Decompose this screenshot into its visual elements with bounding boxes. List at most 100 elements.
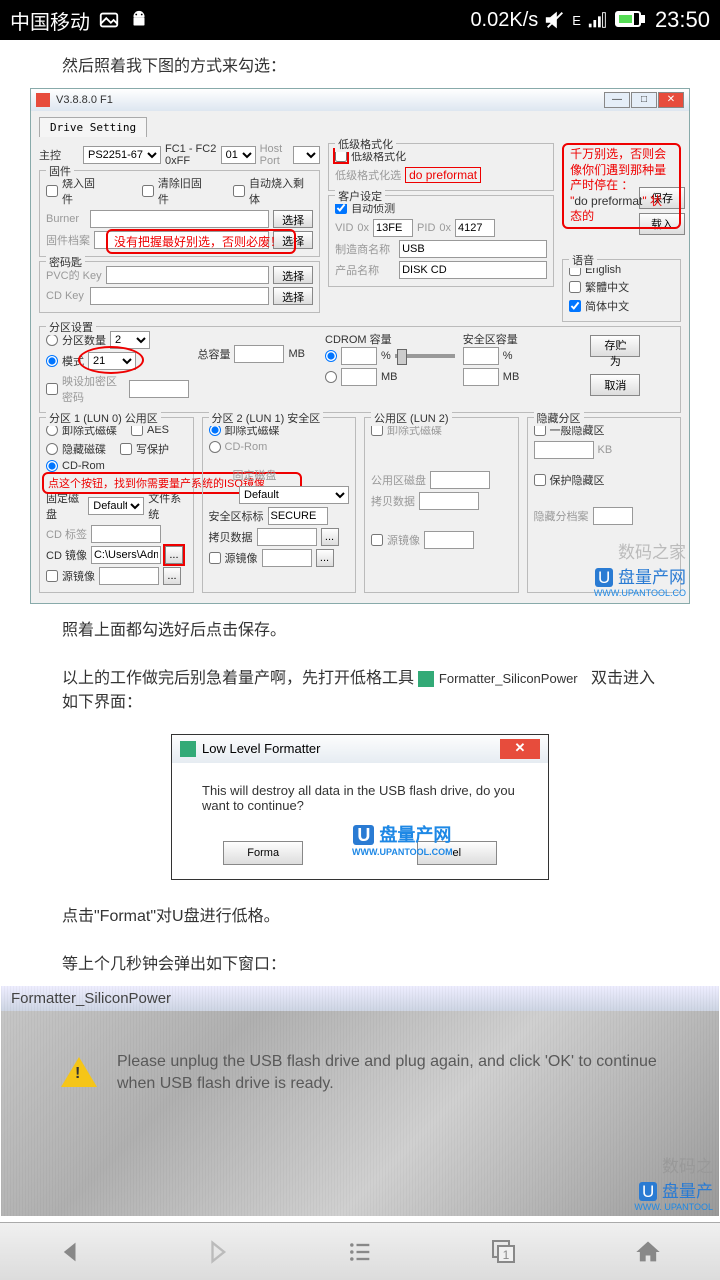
input-pubdisk[interactable] — [430, 471, 490, 489]
radio-p2-cdrom[interactable] — [209, 441, 221, 453]
article-scroll[interactable]: 然后照着我下图的方式来勾选： V3.8.8.0 F1 — □ ✕ Drive S… — [0, 40, 720, 1264]
label-fc: FC1 - FC2 0xFF — [165, 143, 217, 167]
input-srcimg2[interactable] — [262, 549, 312, 567]
btn-saveas[interactable]: 存贮为 — [590, 335, 640, 357]
network-type: E — [572, 13, 581, 28]
label-cdimg: CD 镜像 — [46, 547, 87, 563]
dialog-icon — [180, 741, 196, 757]
label-vid: VID — [335, 222, 353, 234]
dialog-close-button[interactable]: ✕ — [500, 739, 540, 759]
btn-sel-cdkey[interactable]: 选择 — [273, 287, 313, 305]
input-pid[interactable] — [455, 219, 495, 237]
label-hidefile: 隐藏分档案 — [534, 508, 589, 524]
para-2: 照着上面都勾选好后点击保存。 — [0, 604, 720, 652]
input-burner[interactable] — [90, 210, 269, 228]
group-lowfmt: 低级格式化 — [335, 136, 396, 152]
input-srcimg1[interactable] — [99, 567, 159, 585]
group-p3: 公用区 (LUN 2) — [371, 410, 452, 426]
select-fixed[interactable]: Default — [88, 497, 144, 515]
input-hide-kb[interactable] — [534, 441, 594, 459]
radio-partcnt[interactable] — [46, 334, 58, 346]
para-4: 点击"Format"对U盘进行低格。 — [0, 890, 720, 938]
nav-tabs-button[interactable]: 1 — [432, 1223, 576, 1280]
android-icon — [128, 9, 150, 31]
close-button[interactable]: ✕ — [658, 92, 684, 108]
app-icon — [36, 93, 50, 107]
input-product[interactable] — [399, 261, 547, 279]
input-pvc[interactable] — [106, 266, 269, 284]
select-fc[interactable]: 01 — [221, 146, 256, 164]
label-hostport: Host Port — [260, 143, 290, 167]
maximize-button[interactable]: □ — [631, 92, 657, 108]
label-hide1: 隐藏磁碟 — [62, 441, 106, 457]
input-srcimg3[interactable] — [424, 531, 474, 549]
radio-p1-hide[interactable] — [46, 443, 58, 455]
cb-hidepw[interactable] — [46, 383, 58, 395]
input-cdlabel[interactable] — [91, 525, 161, 543]
cb-srcimg2[interactable] — [209, 552, 221, 564]
radio-cdrom-mb[interactable] — [325, 371, 337, 383]
btn-srcimg1[interactable]: ... — [163, 567, 181, 585]
nav-home-button[interactable] — [576, 1223, 720, 1280]
nav-forward-button[interactable] — [144, 1223, 288, 1280]
label-pct1: % — [381, 350, 391, 362]
label-burn-fw: 烧入固件 — [62, 175, 105, 207]
cb-prothide[interactable] — [534, 474, 546, 486]
input-safe-mb[interactable] — [463, 368, 499, 386]
watermark-3: 数码之 U 盘量产 WWW. UPANTOOL — [634, 1152, 713, 1212]
btn-browse-iso[interactable]: ... — [165, 546, 183, 564]
btn-copydata[interactable]: ... — [321, 528, 339, 546]
label-copydata: 拷贝数据 — [209, 529, 253, 545]
input-cdimg[interactable] — [91, 546, 161, 564]
label-pubdisk: 公用区磁盘 — [371, 472, 426, 488]
btn-srcimg2[interactable]: ... — [316, 549, 334, 567]
cb-burn-fw[interactable] — [46, 185, 58, 197]
label-tc: 繁體中文 — [585, 279, 629, 295]
input-cdrom-pct[interactable] — [341, 347, 377, 365]
input-cdrom-mb[interactable] — [341, 368, 377, 386]
input-safelabel[interactable] — [268, 507, 328, 525]
radio-mode[interactable] — [46, 355, 58, 367]
label-sc: 简体中文 — [585, 298, 629, 314]
cb-srcimg3[interactable] — [371, 534, 383, 546]
cb-clear-old[interactable] — [142, 185, 154, 197]
cb-tc[interactable] — [569, 281, 581, 293]
select-controller[interactable]: PS2251-67 — [83, 146, 161, 164]
group-p1: 分区 1 (LUN 0) 公用区 — [46, 410, 161, 426]
tab-drive-setting[interactable]: Drive Setting — [39, 117, 147, 137]
cb-sc[interactable] — [569, 300, 581, 312]
select-hostport[interactable] — [293, 146, 320, 164]
input-total[interactable] — [234, 345, 284, 363]
btn-sel-pvc[interactable]: 选择 — [273, 266, 313, 284]
input-copydata[interactable] — [257, 528, 317, 546]
radio-p1-cdrom[interactable] — [46, 460, 58, 472]
cb-srcimg1[interactable] — [46, 570, 58, 582]
input-vid[interactable] — [373, 219, 413, 237]
label-kb: KB — [598, 444, 613, 456]
btn-cancel[interactable]: 取消 — [590, 374, 640, 396]
para-1: 然后照着我下图的方式来勾选： — [0, 40, 720, 88]
cb-wp[interactable] — [120, 443, 132, 455]
label-vendor: 制造商名称 — [335, 241, 395, 257]
mute-icon — [544, 9, 566, 31]
btn-select-burner[interactable]: 选择 — [273, 210, 313, 228]
label-mb2: MB — [381, 371, 398, 383]
slider-cdrom[interactable] — [395, 354, 455, 358]
input-cdkey[interactable] — [90, 287, 269, 305]
select-p2-def[interactable]: Default — [239, 486, 349, 504]
input-vendor[interactable] — [399, 240, 547, 258]
nav-back-button[interactable] — [0, 1223, 144, 1280]
input-safe-pct[interactable] — [463, 347, 499, 365]
label-pid: PID — [417, 222, 435, 234]
network-speed: 0.02K/s — [470, 9, 538, 32]
radio-cdrom-pct[interactable] — [325, 350, 337, 362]
nav-menu-button[interactable] — [288, 1223, 432, 1280]
input-hidepw[interactable] — [129, 380, 189, 398]
input-hidefile[interactable] — [593, 507, 633, 525]
cb-auto-burn[interactable] — [233, 185, 245, 197]
minimize-button[interactable]: — — [604, 92, 630, 108]
input-copydata3[interactable] — [419, 492, 479, 510]
group-customer: 客户设定 — [335, 188, 385, 204]
format-button[interactable]: Forma — [223, 841, 303, 865]
label-fixed: 固定磁盘 — [46, 490, 84, 522]
